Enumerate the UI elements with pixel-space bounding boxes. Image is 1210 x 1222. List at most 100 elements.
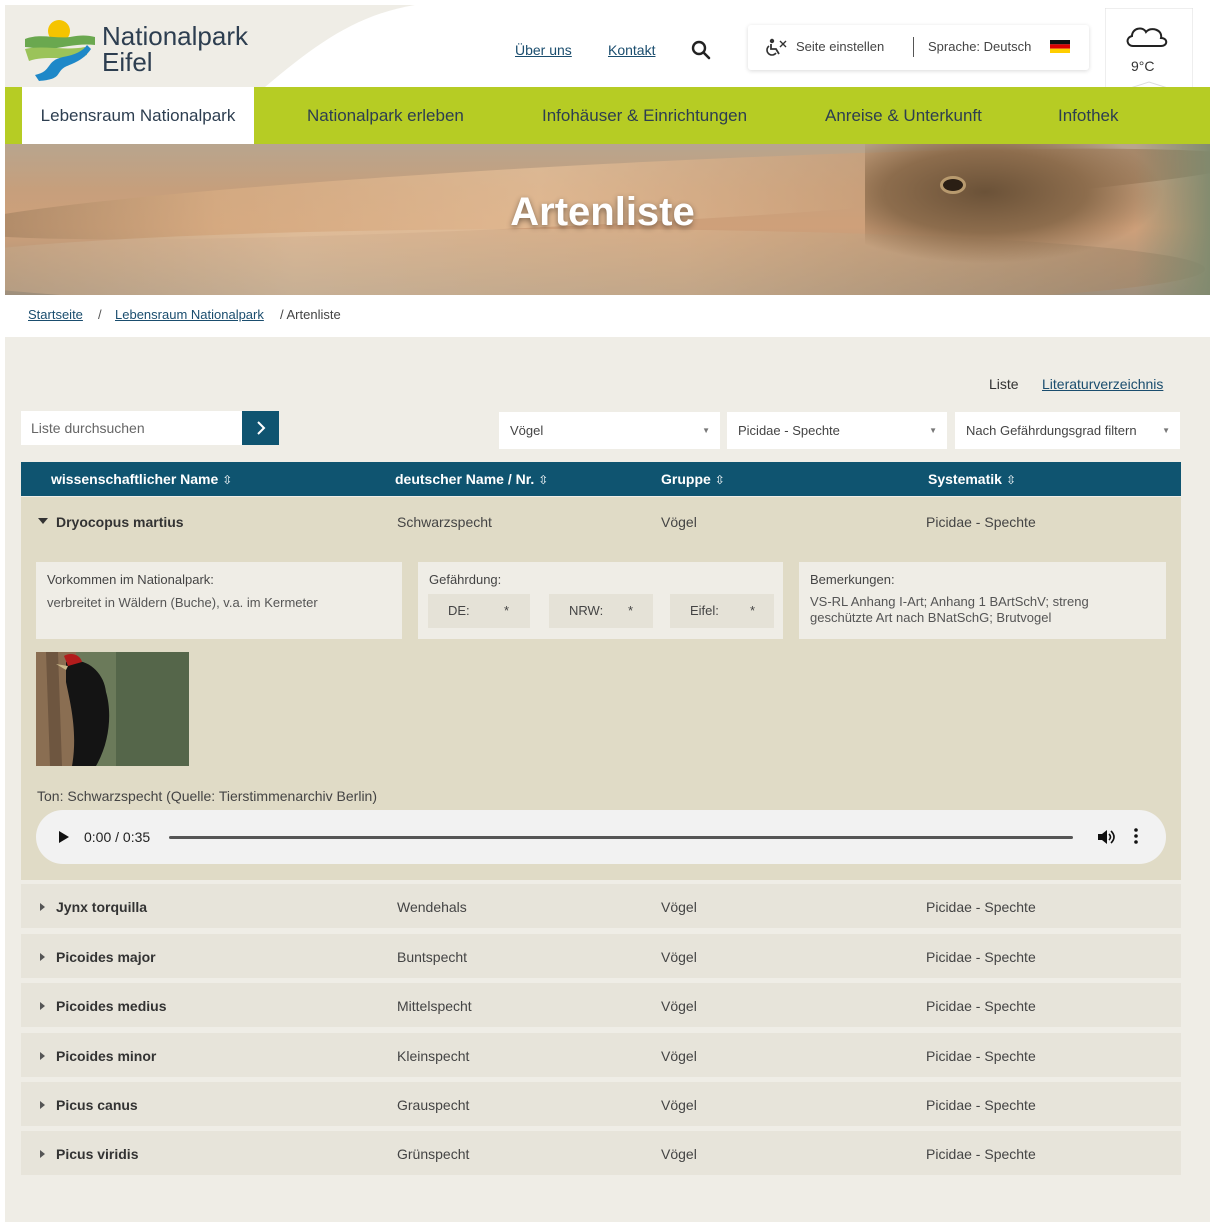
- settings-button[interactable]: Seite einstellen: [796, 39, 884, 54]
- cell-group: Vögel: [661, 514, 697, 530]
- threat-de-key: DE:: [448, 603, 470, 618]
- caret-right-icon: [40, 953, 45, 961]
- table-row[interactable]: Picoides medius Mittelspecht Vögel Picid…: [21, 983, 1181, 1027]
- remarks-box: Bemerkungen: VS-RL Anhang I-Art; Anhang …: [799, 562, 1166, 639]
- header-label: wissenschaftlicher Name: [51, 471, 219, 487]
- threat-nrw: NRW: *: [549, 594, 653, 628]
- cell-system: Picidae - Spechte: [926, 998, 1036, 1014]
- remarks-line1: VS-RL Anhang I-Art; Anhang 1 BArtSchV; s…: [810, 594, 1089, 609]
- remarks-line2: geschützte Art nach BNatSchG; Brutvogel: [810, 610, 1052, 625]
- logo-line1: Nationalpark: [102, 21, 248, 51]
- threat-eifel: Eifel: *: [670, 594, 774, 628]
- group-select[interactable]: Vögel ▼: [499, 412, 720, 449]
- cell-german-name: Wendehals: [397, 899, 467, 915]
- breadcrumb-separator: /: [98, 307, 102, 322]
- nav-anreise-unterkunft[interactable]: Anreise & Unterkunft: [825, 87, 982, 144]
- header-label: Systematik: [928, 471, 1002, 487]
- breadcrumb-startseite[interactable]: Startseite: [28, 307, 83, 322]
- cell-sci-name: Jynx torquilla: [56, 899, 148, 915]
- occurrence-box: Vorkommen im Nationalpark: verbreitet in…: [36, 562, 402, 639]
- table-row[interactable]: Picus canus Grauspecht Vögel Picidae - S…: [21, 1082, 1181, 1126]
- logo-text[interactable]: Nationalpark Eifel: [102, 23, 248, 75]
- german-flag-icon: [1050, 40, 1070, 53]
- link-kontakt[interactable]: Kontakt: [608, 42, 655, 58]
- header-wissenschaftlicher-name[interactable]: wissenschaftlicher Name ⇳: [51, 471, 232, 487]
- chevron-right-icon: [256, 421, 265, 435]
- cell-sci-name: Picus viridis: [56, 1146, 139, 1162]
- logo-line2: Eifel: [102, 47, 153, 77]
- family-select[interactable]: Picidae - Spechte ▼: [727, 412, 947, 449]
- family-select-value: Picidae - Spechte: [738, 423, 840, 438]
- threat-select-value: Nach Gefährdungsgrad filtern: [966, 423, 1137, 438]
- caret-down-icon: ▼: [1162, 426, 1170, 435]
- threat-select[interactable]: Nach Gefährdungsgrad filtern ▼: [955, 412, 1180, 449]
- header-label: deutscher Name / Nr.: [395, 471, 535, 487]
- main-navigation: Lebensraum Nationalpark Nationalpark erl…: [5, 87, 1210, 144]
- cell-group: Vögel: [661, 949, 697, 965]
- audio-player: 0:00 / 0:35: [36, 810, 1166, 864]
- remarks-label: Bemerkungen:: [810, 572, 895, 587]
- search-icon[interactable]: [690, 39, 712, 61]
- cell-german-name: Kleinspecht: [397, 1048, 470, 1064]
- cell-sci-name: Picoides medius: [56, 998, 167, 1014]
- occurrence-label: Vorkommen im Nationalpark:: [47, 572, 214, 587]
- cell-german-name: Mittelspecht: [397, 998, 472, 1014]
- sort-icon: ⇳: [222, 473, 233, 487]
- table-row[interactable]: Jynx torquilla Wendehals Vögel Picidae -…: [21, 884, 1181, 928]
- site-header: Nationalpark Eifel Über uns Kontakt Seit…: [5, 5, 1210, 87]
- nav-infothek[interactable]: Infothek: [1058, 87, 1119, 144]
- cell-german-name: Buntspecht: [397, 949, 468, 965]
- cell-sci-name: Picus canus: [56, 1097, 138, 1113]
- caret-right-icon: [40, 1101, 45, 1109]
- threat-eifel-key: Eifel:: [690, 603, 719, 618]
- table-row[interactable]: Picus viridis Grünspecht Vögel Picidae -…: [21, 1131, 1181, 1175]
- weather-badge[interactable]: [1105, 8, 1193, 96]
- table-header: wissenschaftlicher Name ⇳ deutscher Name …: [21, 462, 1181, 496]
- search-input[interactable]: [21, 411, 242, 445]
- caret-down-icon: ▼: [702, 426, 710, 435]
- table-row-expanded[interactable]: Dryocopus martius Schwarzspecht Vögel Pi…: [21, 497, 1181, 545]
- group-select-value: Vögel: [510, 423, 544, 438]
- threat-nrw-key: NRW:: [569, 603, 604, 618]
- woodpecker-photo[interactable]: [36, 652, 189, 766]
- cell-sci-name: Picoides minor: [56, 1048, 157, 1064]
- volume-icon[interactable]: [1097, 828, 1115, 846]
- cell-group: Vögel: [661, 899, 697, 915]
- nav-infohaeuser[interactable]: Infohäuser & Einrichtungen: [542, 87, 747, 144]
- caret-right-icon: [40, 1150, 45, 1158]
- nav-lebensraum-nationalpark[interactable]: Lebensraum Nationalpark: [22, 87, 254, 144]
- view-literaturverzeichnis[interactable]: Literaturverzeichnis: [1042, 376, 1163, 392]
- cell-german-name: Grauspecht: [397, 1097, 470, 1113]
- cell-group: Vögel: [661, 1146, 697, 1162]
- more-options-icon[interactable]: [1133, 827, 1139, 845]
- weather-temperature: 9°C: [1131, 58, 1155, 74]
- table-row[interactable]: Picoides minor Kleinspecht Vögel Picidae…: [21, 1033, 1181, 1077]
- nav-nationalpark-erleben[interactable]: Nationalpark erleben: [307, 87, 464, 144]
- cell-system: Picidae - Spechte: [926, 514, 1036, 530]
- language-selector[interactable]: Sprache: Deutsch: [928, 39, 1031, 54]
- cell-group: Vögel: [661, 1048, 697, 1064]
- settings-divider: [913, 37, 914, 57]
- audio-progress-slider[interactable]: [169, 836, 1073, 839]
- caret-right-icon: [40, 903, 45, 911]
- play-icon[interactable]: [58, 830, 70, 844]
- sort-icon: ⇳: [714, 473, 725, 487]
- table-row[interactable]: Picoides major Buntspecht Vögel Picidae …: [21, 934, 1181, 978]
- caret-down-icon: ▼: [929, 426, 937, 435]
- header-gruppe[interactable]: Gruppe ⇳: [661, 471, 725, 487]
- view-liste[interactable]: Liste: [989, 376, 1019, 392]
- threat-label: Gefährdung:: [429, 572, 502, 587]
- caret-down-icon: [38, 518, 48, 524]
- link-ueber-uns[interactable]: Über uns: [515, 42, 572, 58]
- breadcrumb-lebensraum[interactable]: Lebensraum Nationalpark: [115, 307, 264, 322]
- header-deutscher-name[interactable]: deutscher Name / Nr. ⇳: [395, 471, 548, 487]
- search-submit-button[interactable]: [242, 411, 279, 445]
- cell-system: Picidae - Spechte: [926, 1097, 1036, 1113]
- breadcrumb: Startseite / Lebensraum Nationalpark / A…: [5, 295, 1210, 337]
- cell-sci-name: Dryocopus martius: [56, 514, 184, 530]
- caret-right-icon: [40, 1052, 45, 1060]
- header-systematik[interactable]: Systematik ⇳: [928, 471, 1016, 487]
- nationalpark-logo-icon[interactable]: [25, 17, 95, 81]
- accessibility-icon[interactable]: [766, 38, 788, 56]
- cell-group: Vögel: [661, 1097, 697, 1113]
